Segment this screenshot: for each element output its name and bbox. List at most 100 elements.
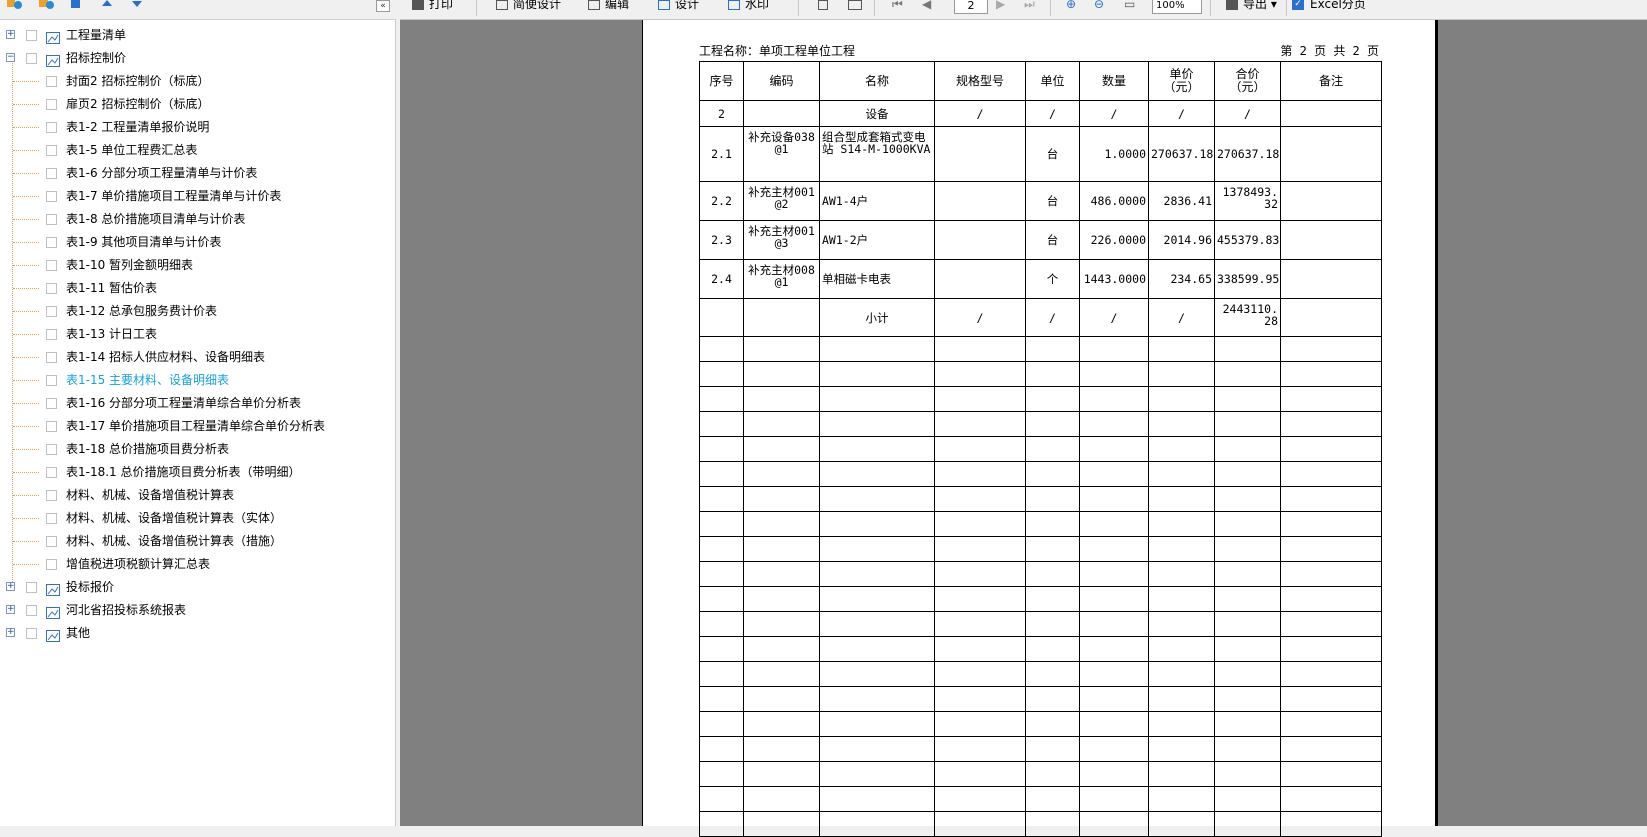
- tree-item[interactable]: 表1-11 暂估价表: [0, 277, 396, 299]
- table-cell: [743, 736, 820, 762]
- next-page-button[interactable]: ▶: [996, 0, 1005, 14]
- tree-folder[interactable]: + 其他: [0, 622, 396, 644]
- tree-folder[interactable]: − 招标控制价: [0, 47, 396, 69]
- tree-checkbox[interactable]: [46, 467, 57, 478]
- tree-checkbox[interactable]: [46, 191, 57, 202]
- tree-checkbox[interactable]: [46, 76, 57, 87]
- tree-item[interactable]: 表1-17 单价措施项目工程量清单综合单价分析表: [0, 415, 396, 437]
- tree-checkbox[interactable]: [46, 559, 57, 570]
- add-folder-icon[interactable]: [38, 0, 54, 10]
- tree-item[interactable]: 表1-13 计日工表: [0, 323, 396, 345]
- tree-checkbox[interactable]: [26, 53, 37, 64]
- single-page-button[interactable]: [818, 0, 833, 14]
- tree-item[interactable]: 表1-18 总价措施项目费分析表: [0, 438, 396, 460]
- add-report-icon[interactable]: [6, 0, 22, 10]
- tree-checkbox[interactable]: [26, 30, 37, 41]
- tree-item[interactable]: 扉页2 招标控制价（标底）: [0, 93, 396, 115]
- tree-checkbox[interactable]: [46, 513, 57, 524]
- tree-checkbox[interactable]: [46, 306, 57, 317]
- tree-folder[interactable]: + 河北省招投标系统报表: [0, 599, 396, 621]
- expand-icon[interactable]: +: [6, 30, 15, 39]
- tree-item[interactable]: 材料、机械、设备增值税计算表（实体）: [0, 507, 396, 529]
- tree-item[interactable]: 材料、机械、设备增值税计算表（措施）: [0, 530, 396, 552]
- expand-icon[interactable]: +: [6, 605, 15, 614]
- collapse-panel-button[interactable]: «: [376, 0, 390, 12]
- empty-row: [699, 411, 1382, 437]
- delete-icon[interactable]: [68, 0, 84, 10]
- tree-folder[interactable]: + 投标报价: [0, 576, 396, 598]
- tree-checkbox[interactable]: [46, 260, 57, 271]
- tree-item[interactable]: 表1-14 招标人供应材料、设备明细表: [0, 346, 396, 368]
- zoom-in-icon[interactable]: ⊕: [1066, 0, 1076, 14]
- tree-folder[interactable]: + 工程量清单: [0, 24, 396, 46]
- empty-row: [699, 561, 1382, 587]
- tree-checkbox[interactable]: [26, 582, 37, 593]
- prev-page-button[interactable]: ◀: [922, 0, 931, 14]
- zoom-out-icon[interactable]: ⊖: [1094, 0, 1104, 14]
- tree-item-label: 表1-14 招标人供应材料、设备明细表: [66, 350, 266, 364]
- table-cell: [1280, 126, 1382, 182]
- table-cell: [1025, 636, 1080, 662]
- tree-item[interactable]: 表1-18.1 总价措施项目费分析表（带明细）: [0, 461, 396, 483]
- last-page-button[interactable]: ⏭: [1024, 0, 1035, 14]
- tree-checkbox[interactable]: [46, 122, 57, 133]
- tree-checkbox[interactable]: [46, 283, 57, 294]
- tree-checkbox[interactable]: [46, 398, 57, 409]
- zoom-select[interactable]: 100%: [1152, 0, 1202, 14]
- tree-checkbox[interactable]: [46, 237, 57, 248]
- tree-checkbox[interactable]: [46, 375, 57, 386]
- table-cell: [1079, 536, 1149, 562]
- tree-checkbox[interactable]: [46, 145, 57, 156]
- tree-item[interactable]: 表1-12 总承包服务费计价表: [0, 300, 396, 322]
- tree-branch-line: [13, 81, 39, 82]
- quick-design-button[interactable]: 简便设计: [496, 0, 561, 14]
- tree-checkbox[interactable]: [46, 214, 57, 225]
- first-page-button[interactable]: ⏮: [892, 0, 903, 14]
- tree-item[interactable]: 表1-9 其他项目清单与计价表: [0, 231, 396, 253]
- tree-branch-line: [13, 265, 39, 266]
- tree-checkbox[interactable]: [26, 628, 37, 639]
- tree-item[interactable]: 表1-15 主要材料、设备明细表: [0, 369, 396, 391]
- table-cell: [743, 711, 820, 737]
- tree-checkbox[interactable]: [26, 605, 37, 616]
- fit-page-icon[interactable]: ▭: [1124, 0, 1135, 14]
- tree-checkbox[interactable]: [46, 329, 57, 340]
- watermark-button[interactable]: 水印: [728, 0, 769, 14]
- tree-checkbox[interactable]: [46, 168, 57, 179]
- table-cell: [743, 761, 820, 787]
- table-cell: [699, 786, 744, 812]
- print-button[interactable]: 打印: [412, 0, 453, 14]
- table-cell: [819, 386, 935, 412]
- excel-split-checkbox[interactable]: ✓: [1292, 0, 1304, 10]
- tree-checkbox[interactable]: [46, 536, 57, 547]
- tree-item[interactable]: 表1-6 分部分项工程量清单与计价表: [0, 162, 396, 184]
- collapse-icon[interactable]: −: [6, 53, 15, 62]
- tree-item[interactable]: 表1-2 工程量清单报价说明: [0, 116, 396, 138]
- tree-item[interactable]: 表1-16 分部分项工程量清单综合单价分析表: [0, 392, 396, 414]
- table-cell: [1214, 661, 1281, 687]
- tree-item[interactable]: 材料、机械、设备增值税计算表: [0, 484, 396, 506]
- tree-item[interactable]: 增值税进项税额计算汇总表: [0, 553, 396, 575]
- design-button[interactable]: 设计: [658, 0, 699, 14]
- table-cell: [1025, 786, 1080, 812]
- tree-branch-line: [13, 518, 39, 519]
- move-down-icon[interactable]: [130, 0, 146, 10]
- table-cell: [699, 636, 744, 662]
- expand-icon[interactable]: +: [6, 628, 15, 637]
- tree-checkbox[interactable]: [46, 99, 57, 110]
- tree-checkbox[interactable]: [46, 490, 57, 501]
- edit-button[interactable]: 编辑: [588, 0, 629, 14]
- tree-item[interactable]: 表1-5 单位工程费汇总表: [0, 139, 396, 161]
- page-number-input[interactable]: 2: [954, 0, 988, 14]
- tree-checkbox[interactable]: [46, 421, 57, 432]
- double-page-button[interactable]: [848, 0, 867, 14]
- tree-item[interactable]: 表1-7 单价措施项目工程量清单与计价表: [0, 185, 396, 207]
- expand-icon[interactable]: +: [6, 582, 15, 591]
- tree-checkbox[interactable]: [46, 444, 57, 455]
- tree-item[interactable]: 封面2 招标控制价（标底）: [0, 70, 396, 92]
- export-button[interactable]: 导出 ▾: [1226, 0, 1277, 14]
- tree-item[interactable]: 表1-10 暂列金额明细表: [0, 254, 396, 276]
- tree-item[interactable]: 表1-8 总价措施项目清单与计价表: [0, 208, 396, 230]
- tree-checkbox[interactable]: [46, 352, 57, 363]
- move-up-icon[interactable]: [100, 0, 116, 10]
